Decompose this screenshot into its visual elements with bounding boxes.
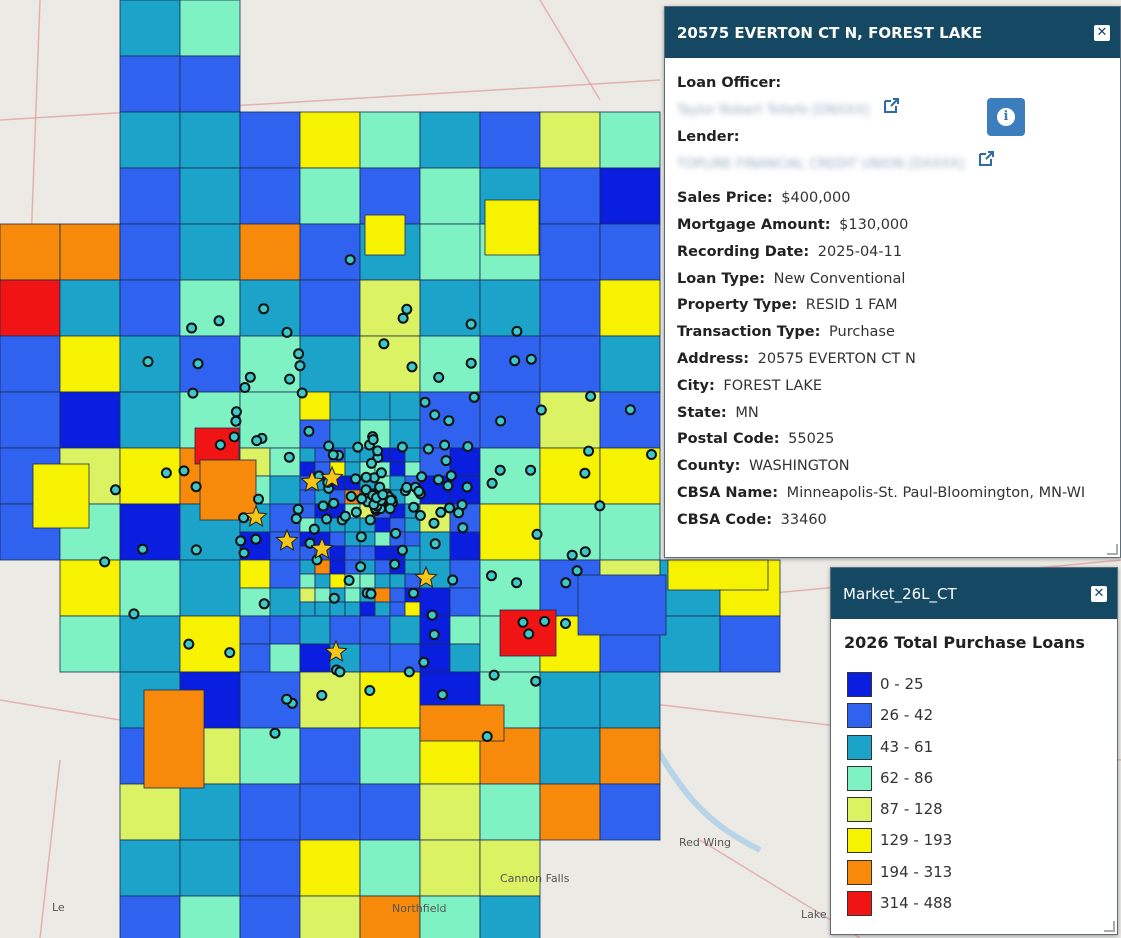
legend-label: 62 - 86 xyxy=(880,768,934,787)
popup-field-value: $130,000 xyxy=(834,216,909,233)
legend-item: 129 - 193 xyxy=(847,828,1117,859)
legend-swatch xyxy=(847,734,872,760)
legend-swatch xyxy=(847,859,872,885)
legend-panel: Market_26L_CT ✕ 2026 Total Purchase Loan… xyxy=(830,567,1118,935)
legend-subtitle: 2026 Total Purchase Loans xyxy=(844,633,1085,652)
popup-close-button[interactable]: ✕ xyxy=(1094,24,1110,41)
place-label-northfield: Northfield xyxy=(392,902,447,915)
loan-officer-value-row: Taylor Robert Tollefe [DNXXX] xyxy=(677,97,1108,124)
popup-field-value: WASHINGTON xyxy=(744,458,850,475)
legend-label: 129 - 193 xyxy=(880,831,953,850)
popup-field-row: County: WASHINGTON xyxy=(677,453,1108,480)
popup-field-row: Mortgage Amount: $130,000 xyxy=(677,212,1108,239)
info-icon: i xyxy=(997,108,1015,126)
lender-row: Lender: xyxy=(677,124,1108,151)
loan-officer-row: Loan Officer: xyxy=(677,70,1108,97)
popup-field-label: Mortgage Amount: xyxy=(677,216,831,233)
popup-field-row: CBSA Code: 33460 xyxy=(677,507,1108,534)
popup-field-value: 20575 EVERTON CT N xyxy=(753,350,916,367)
legend-label: 0 - 25 xyxy=(880,675,924,693)
popup-field-value: MN xyxy=(730,404,759,421)
popup-field-row: Address: 20575 EVERTON CT N xyxy=(677,346,1108,373)
legend-close-button[interactable]: ✕ xyxy=(1091,585,1107,602)
legend-label: 194 - 313 xyxy=(880,862,953,881)
place-label-cannon-falls: Cannon Falls xyxy=(500,872,570,885)
popup-header: 20575 EVERTON CT N, FOREST LAKE ✕ xyxy=(665,7,1120,58)
popup-title: 20575 EVERTON CT N, FOREST LAKE xyxy=(677,23,983,42)
popup-field-label: Address: xyxy=(677,350,750,367)
popup-field-row: City: FOREST LAKE xyxy=(677,373,1108,400)
place-label-red-wing: Red Wing xyxy=(679,836,731,849)
popup-field-value: RESID 1 FAM xyxy=(801,297,898,314)
loan-officer-label: Loan Officer: xyxy=(677,75,782,91)
legend-item: 87 - 128 xyxy=(847,797,1117,828)
popup-field-row: Recording Date: 2025-04-11 xyxy=(677,239,1108,266)
popup-field-row: State: MN xyxy=(677,400,1108,427)
legend-label: 87 - 128 xyxy=(880,800,943,819)
legend-swatch xyxy=(847,672,872,697)
popup-field-value: 2025-04-11 xyxy=(813,243,903,260)
popup-field-label: Recording Date: xyxy=(677,243,810,260)
popup-field-label: Loan Type: xyxy=(677,270,765,287)
popup-field-label: County: xyxy=(677,458,741,475)
lender-value[interactable]: TOPLINE FINANCIAL CREDIT UNION [DXXXX] xyxy=(677,157,964,172)
popup-field-value: 55025 xyxy=(783,431,835,448)
external-link-icon[interactable] xyxy=(882,97,900,124)
popup-field-label: CBSA Code: xyxy=(677,511,773,528)
popup-field-value: 33460 xyxy=(776,511,827,528)
legend-item: 314 - 488 xyxy=(847,891,1117,922)
popup-field-row: Transaction Type: Purchase xyxy=(677,319,1108,346)
popup-field-row: Loan Type: New Conventional xyxy=(677,266,1108,293)
popup-field-row: Sales Price: $400,000 xyxy=(677,185,1108,212)
popup-field-label: Property Type: xyxy=(677,297,798,314)
legend-item: 62 - 86 xyxy=(847,765,1117,797)
popup-field-value: New Conventional xyxy=(769,270,906,287)
popup-field-label: State: xyxy=(677,404,727,421)
popup-field-label: Sales Price: xyxy=(677,190,773,207)
info-button[interactable]: i xyxy=(987,98,1025,136)
lender-value-row: TOPLINE FINANCIAL CREDIT UNION [DXXXX] xyxy=(677,150,1108,177)
legend-item: 43 - 61 xyxy=(847,734,1117,766)
resize-handle[interactable] xyxy=(1107,544,1118,555)
popup-field-value: Minneapolis-St. Paul-Bloomington, MN-WI xyxy=(782,484,1086,501)
legend-swatch xyxy=(847,891,872,917)
popup-field-label: Transaction Type: xyxy=(677,324,821,341)
legend-items: 0 - 25 26 - 42 43 - 61 62 - 86 87 - 128 129 -… xyxy=(831,652,1117,922)
loan-officer-value[interactable]: Taylor Robert Tollefe [DNXXX] xyxy=(677,103,869,118)
legend-label: 314 - 488 xyxy=(880,894,953,913)
legend-header: Market_26L_CT ✕ xyxy=(831,568,1117,619)
legend-title: Market_26L_CT xyxy=(843,584,957,603)
popup-field-value: Purchase xyxy=(824,324,895,341)
popup-body: Loan Officer: Taylor Robert Tollefe [DNX… xyxy=(665,58,1120,534)
external-link-icon[interactable] xyxy=(977,150,995,177)
legend-item: 194 - 313 xyxy=(847,859,1117,891)
popup-field-label: City: xyxy=(677,377,715,394)
place-label-le: Le xyxy=(52,901,65,914)
legend-swatch xyxy=(847,765,872,791)
popup-field-row: CBSA Name: Minneapolis-St. Paul-Blooming… xyxy=(677,480,1108,507)
legend-label: 26 - 42 xyxy=(880,706,934,725)
legend-swatch xyxy=(847,703,872,729)
place-label-lake: Lake xyxy=(801,908,827,921)
legend-item: 0 - 25 xyxy=(847,672,1117,703)
popup-field-row: Postal Code: 55025 xyxy=(677,426,1108,453)
resize-handle[interactable] xyxy=(1104,921,1115,932)
legend-item: 26 - 42 xyxy=(847,703,1117,734)
popup-field-label: CBSA Name: xyxy=(677,484,779,501)
legend-label: 43 - 61 xyxy=(880,737,934,756)
legend-swatch xyxy=(847,797,872,823)
popup-field-value: FOREST LAKE xyxy=(718,377,823,394)
popup-field-value: $400,000 xyxy=(776,190,851,207)
popup-fields: Sales Price: $400,000 Mortgage Amount: $1… xyxy=(677,185,1108,533)
popup-field-row: Property Type: RESID 1 FAM xyxy=(677,292,1108,319)
lender-label: Lender: xyxy=(677,128,740,145)
legend-swatch xyxy=(847,828,872,854)
popup-field-label: Postal Code: xyxy=(677,431,780,448)
property-popup: 20575 EVERTON CT N, FOREST LAKE ✕ Loan O… xyxy=(664,6,1121,558)
